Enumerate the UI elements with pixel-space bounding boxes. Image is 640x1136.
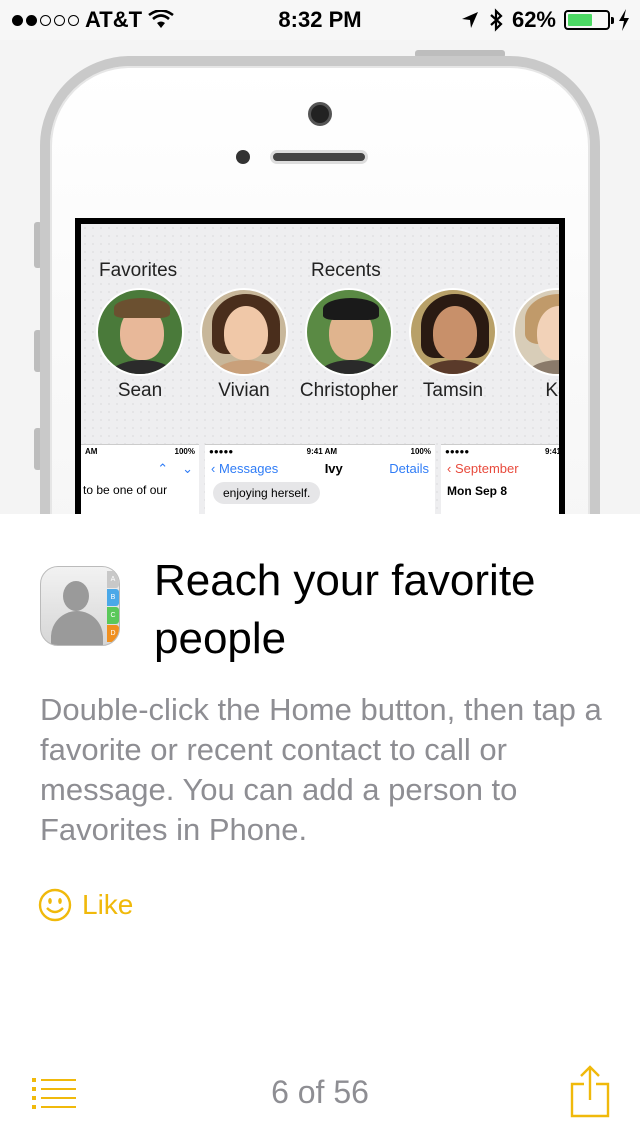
chevron-up-icon: ⌃ xyxy=(157,461,169,476)
contact-christopher: Christopher xyxy=(299,288,399,402)
page-indicator: 6 of 56 xyxy=(271,1074,369,1110)
contact-name: Vivian xyxy=(218,380,270,401)
contact-name: Christopher xyxy=(299,380,399,401)
avatar xyxy=(513,288,559,376)
bluetooth-icon xyxy=(490,8,503,32)
hero-image: Favorites Recents Sean Vivian Christophe… xyxy=(0,40,640,514)
phone-speaker xyxy=(270,150,368,164)
battery-percent: 62% xyxy=(511,7,556,32)
contact-name: Sean xyxy=(117,380,163,401)
chevron-down-icon: ⌄ xyxy=(182,461,193,476)
contact-name: Tamsin xyxy=(422,380,484,401)
like-button[interactable]: Like xyxy=(38,888,133,922)
avatar xyxy=(96,288,184,376)
contacts-app-icon: A B C D xyxy=(40,566,120,646)
app-preview-messages: ●●●●● 9:41 AM 100% ‹ Messages Ivy Details … xyxy=(205,444,435,514)
recents-label: Recents xyxy=(311,260,381,281)
avatar xyxy=(305,288,393,376)
location-arrow-icon xyxy=(461,12,478,28)
avatar xyxy=(409,288,497,376)
charging-bolt-icon xyxy=(619,9,629,31)
contact-tamsin: Tamsin xyxy=(403,288,503,402)
share-icon[interactable] xyxy=(570,1064,610,1118)
contact-name: Ka xyxy=(545,380,559,401)
contact-ka: Ka xyxy=(507,288,559,402)
back-chevron-icon: ‹ xyxy=(447,461,452,476)
phone-camera xyxy=(308,102,332,126)
phone-sensor xyxy=(236,150,250,164)
phone-screen: Favorites Recents Sean Vivian Christophe… xyxy=(75,218,565,514)
avatar xyxy=(200,288,288,376)
contact-sean: Sean xyxy=(90,288,190,402)
app-switcher-screen: Favorites Recents Sean Vivian Christophe… xyxy=(81,224,559,514)
app-preview-calendar: ●●●●●9:41 ‹ September Mon Sep 8 xyxy=(441,444,559,514)
favorites-label: Favorites xyxy=(99,260,178,281)
app-preview-left: AM 100% ⌃ ⌄ to be one of our xyxy=(81,444,199,514)
battery-icon xyxy=(564,10,614,30)
status-bar: AT&T 8:32 PM 62% xyxy=(0,0,640,40)
like-label: Like xyxy=(82,889,134,920)
back-chevron-icon: ‹ xyxy=(211,461,216,476)
tip-title: Reach your favorite people xyxy=(154,556,536,663)
bottom-toolbar: 6 of 56 xyxy=(0,1050,640,1136)
contact-vivian: Vivian xyxy=(194,288,294,402)
smiley-icon xyxy=(38,888,72,922)
tip-description: Double-click the Home button, then tap a… xyxy=(40,692,602,847)
battery-fill xyxy=(568,14,592,26)
status-right: 62% xyxy=(460,7,630,33)
